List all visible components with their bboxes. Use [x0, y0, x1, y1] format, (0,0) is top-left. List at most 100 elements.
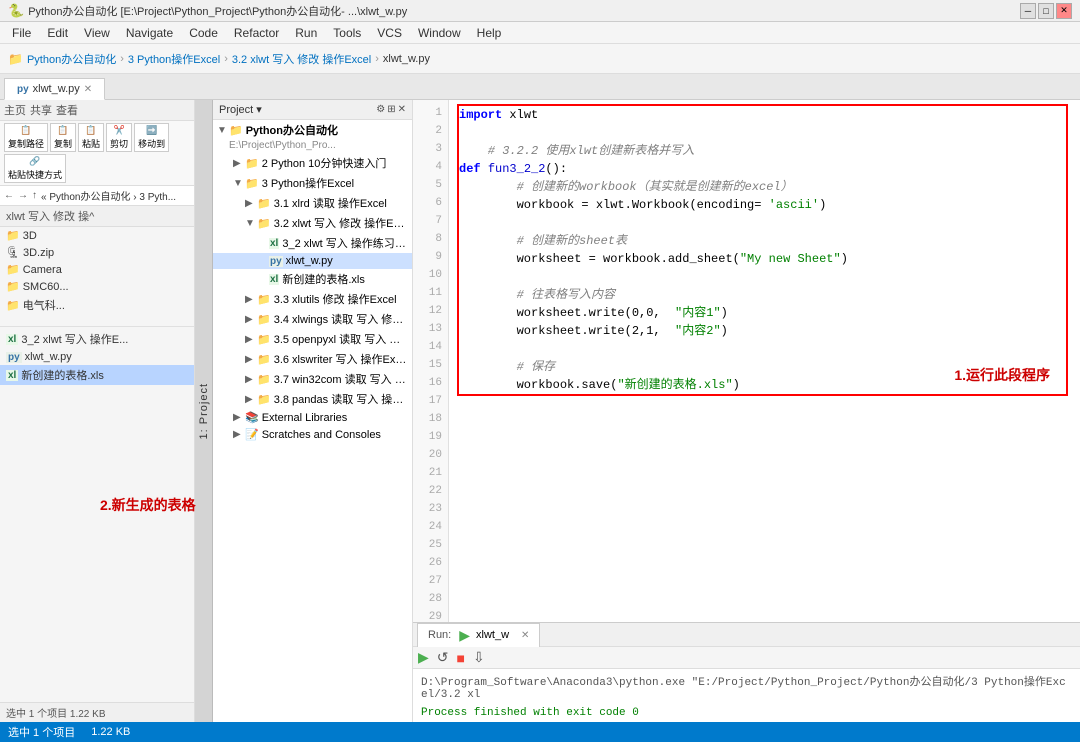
- tree-item-32[interactable]: ▼ 📁 3.2 xlwt 写入 修改 操作Excel: [213, 213, 412, 233]
- close-button[interactable]: ✕: [1056, 3, 1072, 19]
- nav-item-elec[interactable]: 📁 电气科...: [0, 295, 194, 315]
- tree-item-34[interactable]: ▶ 📁 3.4 xlwings 读取 写入 修改 操作Excel: [213, 309, 412, 329]
- paste-btn[interactable]: 📋 粘贴: [78, 123, 104, 152]
- menu-file[interactable]: File: [4, 24, 39, 42]
- tree-item-36[interactable]: ▶ 📁 3.6 xlswriter 写入 操作Excel: [213, 349, 412, 369]
- tree-item-37-label: 3.7 win32com 读取 写入 修改 操作...: [274, 371, 408, 387]
- code-line-7: [459, 214, 1066, 232]
- breadcrumb-sep-2: ›: [224, 53, 228, 65]
- tree-root-path: E:\Project\Python_Pro...: [213, 140, 412, 153]
- tree-item-xlsx[interactable]: ▶ xl 3_2 xlwt 写入 操作练习.xlsx: [213, 233, 412, 253]
- line-num-20: 20: [413, 446, 448, 464]
- maximize-button[interactable]: □: [1038, 3, 1054, 19]
- shortcut-btn[interactable]: 🔗 粘贴快捷方式: [4, 154, 66, 183]
- tree-item-2python[interactable]: ▶ 📁 2 Python 10分钟快速入门: [213, 153, 412, 173]
- breadcrumb-4[interactable]: xlwt_w.py: [383, 53, 430, 65]
- file-item-new-xls[interactable]: xl 新创建的表格.xls: [0, 365, 194, 385]
- forward-btn[interactable]: →: [18, 190, 28, 201]
- run-scroll-btn[interactable]: ⇩: [470, 649, 488, 666]
- menu-refactor[interactable]: Refactor: [226, 24, 287, 42]
- tab-close-button[interactable]: ✕: [84, 84, 92, 95]
- tree-item-38[interactable]: ▶ 📁 3.8 pandas 读取 写入 操作Excel: [213, 389, 412, 409]
- code-line-21: [457, 468, 1072, 486]
- tree-item-33-label: 3.3 xlutils 修改 操作Excel: [274, 291, 397, 307]
- cut-btn[interactable]: ✂️ 剪切: [106, 123, 132, 152]
- move-btn[interactable]: ➡️ 移动到: [134, 123, 169, 152]
- tree-root[interactable]: ▼ 📁 Python办公自动化: [213, 120, 412, 140]
- code-line-27: [457, 576, 1072, 594]
- run-rerun-btn[interactable]: ↺: [434, 649, 452, 666]
- up-btn[interactable]: ↑: [32, 190, 37, 201]
- run-stop-btn[interactable]: ■: [454, 650, 468, 666]
- run-output: D:\Program_Software\Anaconda3\python.exe…: [413, 669, 1080, 722]
- editor-content[interactable]: 1 2 3 4 5 6 7 8 9 10 11 12 13 14 15 16 1…: [413, 100, 1080, 622]
- file-item-3-2-xlsx[interactable]: xl 3_2 xlwt 写入 操作E...: [0, 329, 194, 349]
- menu-vcs[interactable]: VCS: [369, 24, 410, 42]
- menu-help[interactable]: Help: [469, 24, 510, 42]
- location-bar[interactable]: ← → ↑ « Python办公自动化 › 3 Pyth...: [0, 186, 194, 206]
- code-area[interactable]: import xlwt # 3.2.2 使用xlwt创建新表格并写入 def f…: [449, 100, 1080, 622]
- tree-item-35[interactable]: ▶ 📁 3.5 openpyxl 读取 写入 修改 操作E...: [213, 329, 412, 349]
- tree-item-xls[interactable]: ▶ xl 新创建的表格.xls: [213, 269, 412, 289]
- tab-bar: py xlwt_w.py ✕: [0, 74, 1080, 100]
- project-header-buttons: ⚙ ⊞ ✕: [376, 104, 406, 115]
- nav-item-3d[interactable]: 📁 3D: [0, 227, 194, 244]
- file-item-xlwt-py[interactable]: py xlwt_w.py: [0, 349, 194, 365]
- project-file-tree: ▼ 📁 Python办公自动化 E:\Project\Python_Pro...…: [213, 120, 412, 722]
- tab-label: xlwt_w.py: [33, 83, 80, 95]
- tree-item-33[interactable]: ▶ 📁 3.3 xlutils 修改 操作Excel: [213, 289, 412, 309]
- menu-navigate[interactable]: Navigate: [118, 24, 181, 42]
- tree-item-xlsx-icon: xl: [269, 238, 279, 249]
- tree-item-3python[interactable]: ▼ 📁 3 Python操作Excel: [213, 173, 412, 193]
- copy-path-btn[interactable]: 📋 复制路径: [4, 123, 48, 152]
- toolbar-label-view: 查看: [56, 102, 78, 118]
- back-btn[interactable]: ←: [4, 190, 14, 201]
- breadcrumb-3[interactable]: 3.2 xlwt 写入 修改 操作Excel: [232, 51, 371, 67]
- file-manager-toolbar: 主页 共享 查看: [0, 100, 194, 121]
- project-close-btn[interactable]: ✕: [398, 104, 406, 115]
- run-tab-active[interactable]: Run: ▶ xlwt_w ✕: [417, 623, 540, 647]
- copy-btn[interactable]: 📋 复制: [50, 123, 76, 152]
- line-num-17: 17: [413, 392, 448, 410]
- line-num-3: 3: [413, 140, 448, 158]
- tree-item-31[interactable]: ▶ 📁 3.1 xlrd 读取 操作Excel: [213, 193, 412, 213]
- line-num-9: 9: [413, 248, 448, 266]
- tree-item-2python-arrow: ▶: [233, 158, 245, 169]
- menu-run[interactable]: Run: [287, 24, 325, 42]
- tree-root-arrow: ▼: [217, 125, 229, 136]
- project-header-title: Project ▾: [219, 103, 262, 116]
- menu-edit[interactable]: Edit: [39, 24, 76, 42]
- tree-item-37-arrow: ▶: [245, 374, 257, 385]
- menu-view[interactable]: View: [76, 24, 118, 42]
- project-settings-btn[interactable]: ⚙: [376, 104, 385, 115]
- nav-item-3dzip[interactable]: 🗜 3D.zip: [0, 244, 194, 261]
- line-num-27: 27: [413, 572, 448, 590]
- tab-icon: py: [17, 84, 29, 95]
- menu-tools[interactable]: Tools: [325, 24, 369, 42]
- run-tab-close[interactable]: ✕: [521, 630, 529, 641]
- tree-item-37[interactable]: ▶ 📁 3.7 win32com 读取 写入 修改 操作...: [213, 369, 412, 389]
- tree-item-38-label: 3.8 pandas 读取 写入 操作Excel: [274, 391, 408, 407]
- line-num-23: 23: [413, 500, 448, 518]
- project-tab-label: 1: Project: [198, 383, 210, 439]
- folder-icon: 📁: [6, 229, 20, 242]
- tree-item-py[interactable]: ▶ py xlwt_w.py: [213, 253, 412, 269]
- breadcrumb-2[interactable]: 3 Python操作Excel: [128, 51, 220, 67]
- code-line-19: [457, 432, 1072, 450]
- tree-root-icon: 📁: [229, 124, 243, 137]
- tree-item-34-label: 3.4 xlwings 读取 写入 修改 操作Excel: [274, 311, 408, 327]
- tab-xlwt-w-py[interactable]: py xlwt_w.py ✕: [4, 78, 105, 100]
- run-play-btn[interactable]: ▶: [415, 649, 432, 666]
- project-expand-btn[interactable]: ⊞: [387, 104, 395, 115]
- explorer-status-size: 1.22 KB: [70, 709, 106, 720]
- tree-item-extlib[interactable]: ▶ 📚 External Libraries: [213, 409, 412, 426]
- menu-window[interactable]: Window: [410, 24, 469, 42]
- tree-item-scratches[interactable]: ▶ 📝 Scratches and Consoles: [213, 426, 412, 443]
- menu-code[interactable]: Code: [181, 24, 226, 42]
- minimize-button[interactable]: ─: [1020, 3, 1036, 19]
- project-vertical-tab[interactable]: 1: Project: [195, 100, 213, 722]
- code-line-2: [459, 124, 1066, 142]
- nav-item-smc[interactable]: 📁 SMC60...: [0, 278, 194, 295]
- breadcrumb-1[interactable]: Python办公自动化: [27, 51, 116, 67]
- nav-item-camera[interactable]: 📁 Camera: [0, 261, 194, 278]
